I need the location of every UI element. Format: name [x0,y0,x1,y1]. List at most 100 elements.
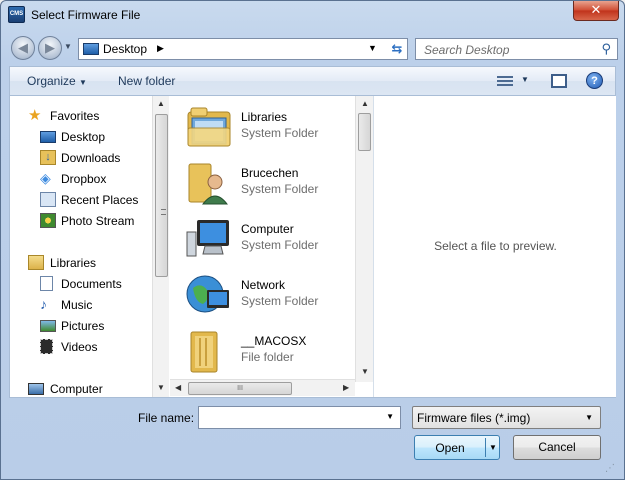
breadcrumb-desktop[interactable]: Desktop [103,42,147,56]
nav-item-label: Downloads [61,151,121,165]
nav-item-label: Pictures [61,319,105,333]
list-item[interactable]: Computer System Folder [185,216,350,266]
libraries-folder-icon [185,104,233,150]
resize-grip-icon[interactable]: ⋰ [605,463,615,474]
file-list-vertical-scrollbar[interactable]: ▲ ▼ [355,96,373,382]
nav-item-label: Desktop [61,130,106,144]
address-dropdown-icon[interactable]: ▼ [368,43,377,53]
list-item[interactable]: __MACOSX File folder [185,328,350,378]
nav-item-recent-places[interactable]: Recent Places [10,190,150,210]
back-arrow-icon: ◀ [18,40,28,55]
nav-item-label: Music [61,298,93,312]
help-icon[interactable]: ? [586,72,603,89]
nav-item-pictures[interactable]: Pictures [10,316,150,336]
file-type: File folder [241,350,294,364]
scrollbar-thumb[interactable]: III [188,382,292,395]
back-button[interactable]: ◀ [11,36,35,60]
file-list-horizontal-scrollbar[interactable]: ◀ III ▶ [170,379,355,396]
file-type: System Folder [241,238,319,252]
nav-item-documents[interactable]: Documents [10,274,150,294]
user-folder-icon [185,160,233,206]
nav-item-label: Libraries [50,256,97,270]
scroll-up-icon[interactable]: ▲ [157,99,165,108]
new-folder-button[interactable]: New folder [118,74,175,88]
nav-item-label: Recent Places [61,193,139,207]
nav-item-music[interactable]: ♪ Music [10,295,150,315]
preview-pane-toggle-icon[interactable] [551,74,567,88]
file-name: Brucechen [241,166,299,180]
cancel-button[interactable]: Cancel [513,435,601,460]
nav-item-label: Photo Stream [61,214,135,228]
open-button[interactable]: Open ▼ [414,435,500,460]
search-icon[interactable]: ⚲ [601,41,611,57]
search-input[interactable]: Search Desktop ⚲ [415,38,618,60]
star-icon: ★ [28,107,42,124]
file-name-dropdown-icon[interactable]: ▼ [386,412,394,421]
videos-icon [40,339,53,354]
scroll-left-icon[interactable]: ◀ [175,383,181,392]
nav-item-label: Documents [61,277,122,291]
downloads-icon: ↓ [40,150,56,165]
address-bar[interactable]: Desktop ▶ ▼ [78,38,408,60]
scroll-right-icon[interactable]: ▶ [343,383,349,392]
preview-message: Select a file to preview. [434,239,557,253]
dialog-content: ★ Favorites Desktop ↓ Downloads ◈ Dropbo… [9,96,616,398]
nav-item-label: Favorites [50,109,100,123]
open-options-dropdown-icon[interactable]: ▼ [489,443,497,452]
nav-item-videos[interactable]: Videos [10,337,150,357]
nav-item-libraries[interactable]: Libraries [10,253,150,273]
nav-item-dropbox[interactable]: ◈ Dropbox [10,169,150,189]
scroll-up-icon[interactable]: ▲ [361,99,369,108]
close-button[interactable]: ✕ [573,1,619,21]
file-type-filter-select[interactable]: Firmware files (*.img) ▼ [412,406,601,429]
view-options-dropdown[interactable]: ▼ [521,75,529,84]
change-view-icon[interactable] [497,74,513,88]
scroll-down-icon[interactable]: ▼ [361,367,369,376]
file-name-label: File name: [138,411,195,425]
list-item[interactable]: Network System Folder [185,272,350,322]
nav-item-label: Computer [50,382,103,396]
navigation-pane-scrollbar[interactable]: ▲ ▼ [152,96,169,397]
scroll-down-icon[interactable]: ▼ [157,383,165,392]
list-item[interactable]: Brucechen System Folder [185,160,350,210]
forward-button[interactable]: ▶ [38,36,62,60]
computer-icon [28,383,44,395]
nav-item-downloads[interactable]: ↓ Downloads [10,148,150,168]
command-toolbar: Organize ▼ New folder ▼ ? [9,66,616,96]
file-type-filter-value: Firmware files (*.img) [417,411,531,425]
file-name: Libraries [241,110,288,124]
computer-icon [185,216,233,262]
chevron-down-icon: ▼ [585,413,593,422]
breadcrumb-chevron-icon[interactable]: ▶ [157,43,164,54]
file-name: __MACOSX [241,334,307,348]
music-icon: ♪ [40,296,47,312]
nav-item-computer[interactable]: Computer [10,379,150,399]
photo-stream-icon [40,213,56,228]
desktop-icon [83,43,99,55]
file-type: System Folder [241,294,319,308]
file-name-field[interactable]: ▼ [198,406,401,429]
libraries-icon [28,255,44,270]
nav-item-photo-stream[interactable]: Photo Stream [10,211,150,231]
organize-menu[interactable]: Organize ▼ [27,74,87,88]
desktop-icon [40,131,56,143]
file-type: System Folder [241,126,319,140]
documents-icon [40,276,53,291]
nav-item-desktop[interactable]: Desktop [10,127,150,147]
folder-icon [185,328,233,374]
nav-item-label: Dropbox [61,172,107,186]
recent-places-icon [40,192,56,207]
forward-arrow-icon: ▶ [45,40,55,55]
list-item[interactable]: Libraries System Folder [185,104,350,154]
scrollbar-thumb[interactable] [358,113,371,151]
open-button-label: Open [435,441,465,455]
refresh-button[interactable]: ⇆ [385,39,409,59]
file-dialog-window: CMS Select Firmware File ✕ ◀ ▶ ▼ Desktop… [0,0,625,480]
refresh-icon: ⇆ [391,41,403,56]
scrollbar-thumb[interactable] [155,114,168,277]
recent-locations-dropdown[interactable]: ▼ [64,42,72,51]
chevron-down-icon: ▼ [79,78,87,87]
pictures-icon [40,320,56,332]
nav-item-favorites[interactable]: ★ Favorites [10,106,150,126]
navigation-pane: ★ Favorites Desktop ↓ Downloads ◈ Dropbo… [10,96,152,397]
